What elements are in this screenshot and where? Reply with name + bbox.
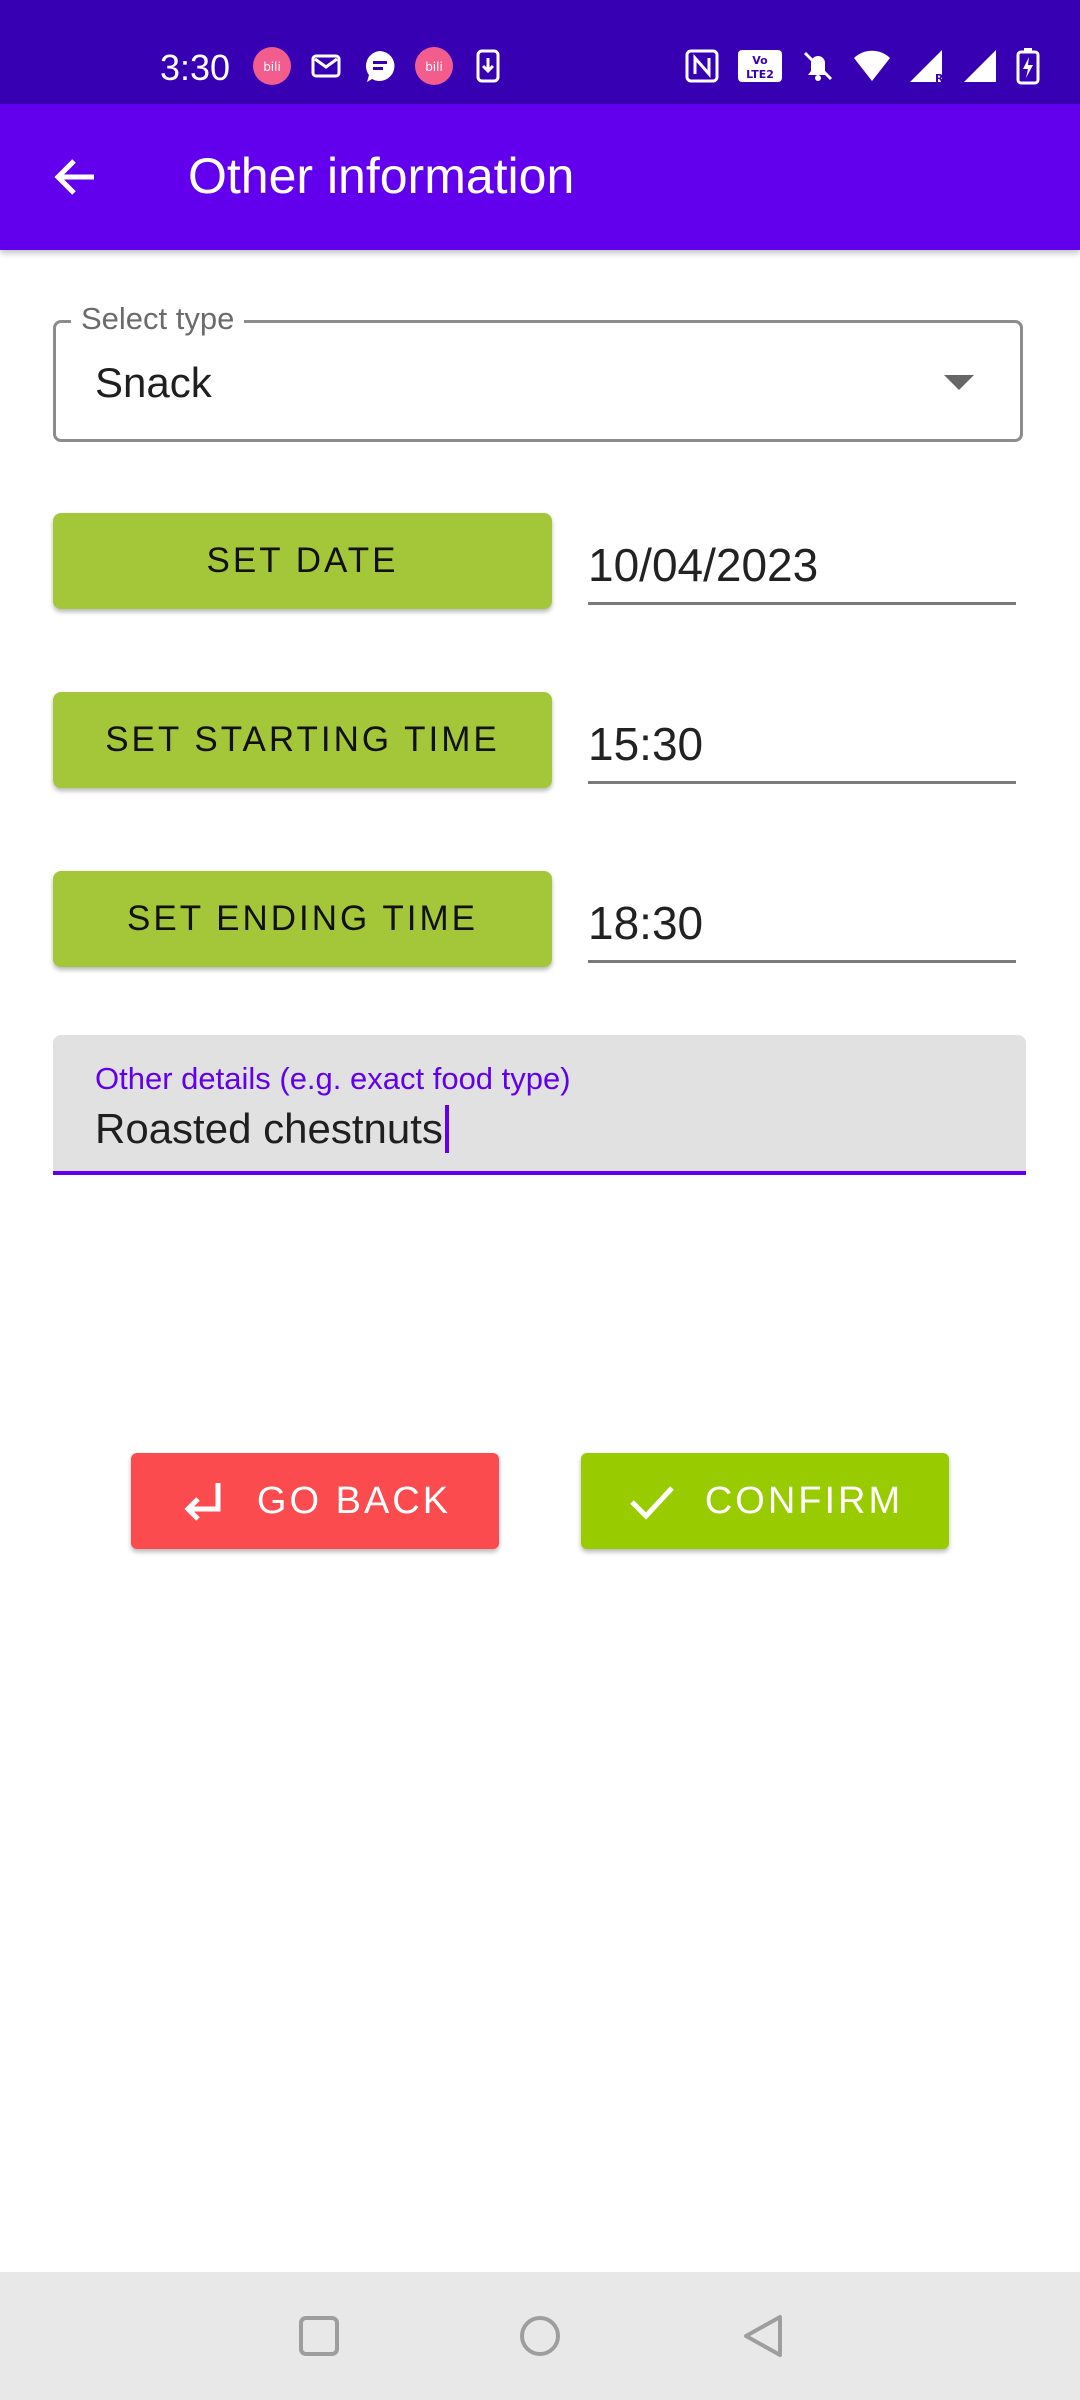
return-arrow-icon [179,1476,229,1526]
svg-text:bili: bili [425,60,443,74]
app-bar: Other information [0,104,1080,250]
dropdown-arrow-icon[interactable] [944,375,974,390]
nfc-icon [682,46,722,86]
confirm-label: CONFIRM [704,1479,904,1522]
other-details-field[interactable]: Other details (e.g. exact food type) Roa… [53,1035,1026,1175]
starting-time-field[interactable]: 15:30 [588,709,1016,784]
wifi-icon [852,46,892,86]
svg-text:R: R [935,72,944,84]
other-details-label: Other details (e.g. exact food type) [95,1061,571,1096]
signal-roaming-icon: R [906,46,946,86]
notification-icons: bili bili [252,46,508,86]
system-nav-bar [0,2272,1080,2400]
recents-square-icon[interactable] [293,2310,345,2362]
bilibili-icon: bili [414,46,454,86]
set-date-button[interactable]: SET DATE [53,513,552,609]
chat-icon [360,46,400,86]
arrow-back-icon[interactable] [44,145,108,209]
ending-time-field[interactable]: 18:30 [588,888,1016,963]
home-circle-icon[interactable] [514,2310,566,2362]
mail-icon [306,46,346,86]
date-value: 10/04/2023 [588,539,819,591]
confirm-button[interactable]: CONFIRM [581,1453,949,1549]
back-triangle-icon[interactable] [737,2310,789,2362]
volte-icon: Vo LTE2 [736,46,784,86]
status-bar: 3:30 bili bili Vo LTE2 R [0,0,1080,104]
battery-charging-icon [1014,46,1042,86]
type-select-value: Snack [95,359,212,406]
text-cursor [444,1105,449,1153]
other-details-value: Roasted chestnuts [95,1105,443,1152]
set-ending-time-button[interactable]: SET ENDING TIME [53,871,552,967]
download-icon [468,46,508,86]
svg-text:bili: bili [263,60,281,74]
other-details-input[interactable]: Roasted chestnuts [95,1103,449,1155]
page-title: Other information [188,148,575,204]
bilibili-icon: bili [252,46,292,86]
date-field[interactable]: 10/04/2023 [588,530,1016,605]
svg-text:LTE2: LTE2 [746,68,774,81]
status-time: 3:30 [160,47,231,88]
check-icon [627,1476,677,1526]
set-starting-time-button[interactable]: SET STARTING TIME [53,692,552,788]
bell-off-icon [798,46,838,86]
ending-time-value: 18:30 [588,897,704,949]
system-icons: Vo LTE2 R [682,46,1042,86]
signal-icon [960,46,1000,86]
go-back-button[interactable]: GO BACK [131,1453,499,1549]
type-select-label: Select type [71,301,245,337]
starting-time-value: 15:30 [588,718,704,770]
svg-text:Vo: Vo [752,54,768,67]
go-back-label: GO BACK [256,1479,452,1522]
type-select[interactable]: Select type Snack [53,301,1023,442]
